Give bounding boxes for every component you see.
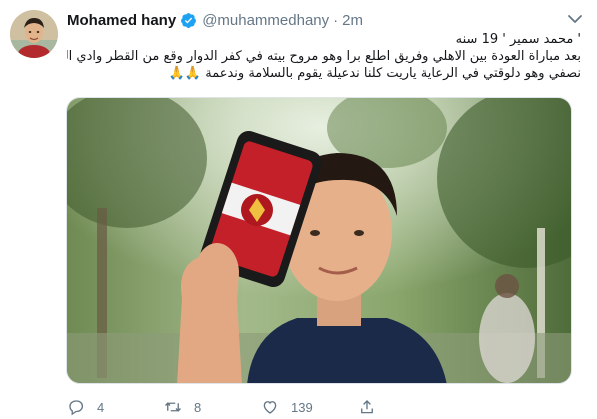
tweet-text-line: بعد مباراة العودة بين الاهلي وفريق اطلع … [67, 49, 581, 64]
tweet-header: Mohamed hany @muhammedhany · 2m [67, 10, 363, 30]
tweet-text-line: ' محمد سمير ' 19 سنه [455, 32, 581, 47]
tweet-text-line-content: نصفي وهو دلوقتي في الرعاية ياريت كلنا ند… [205, 66, 581, 81]
author-avatar[interactable] [10, 10, 58, 58]
reply-button[interactable]: 4 [67, 396, 104, 418]
share-icon [361, 400, 373, 414]
like-button[interactable]: 139 [261, 396, 313, 418]
tweet-photo[interactable] [66, 97, 572, 384]
author-name[interactable]: Mohamed hany [67, 12, 176, 29]
author-handle[interactable]: @muhammedhany [202, 12, 329, 29]
retweet-button[interactable]: 8 [164, 396, 201, 418]
chevron-down-icon[interactable] [567, 12, 583, 26]
verified-badge-icon [181, 12, 197, 28]
tweet-text: ' محمد سمير ' 19 سنه بعد مباراة العودة ب… [67, 31, 581, 82]
tweet-timestamp[interactable]: 2m [342, 12, 363, 29]
retweet-count: 8 [194, 399, 202, 415]
tweet-text-line: نصفي وهو دلوقتي في الرعاية ياريت كلنا ند… [67, 65, 581, 82]
retweet-icon [165, 402, 181, 412]
reply-icon [69, 400, 84, 416]
reply-count: 4 [97, 399, 105, 415]
photo-boy-holding-phone-icon [67, 98, 571, 383]
heart-icon [263, 401, 277, 414]
tweet-card[interactable]: Mohamed hany @muhammedhany · 2m ' محمد س… [0, 0, 597, 419]
header-separator: · [333, 11, 339, 29]
share-button[interactable] [358, 396, 388, 418]
like-count: 139 [291, 399, 313, 415]
tweet-actions: 4 8 139 [67, 396, 427, 418]
praying-hands-emoji: 🙏🙏 [168, 66, 202, 81]
